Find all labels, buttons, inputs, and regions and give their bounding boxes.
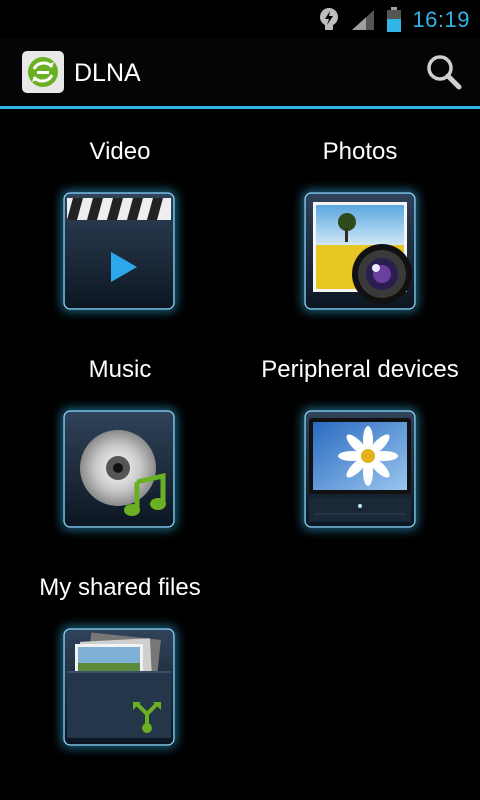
music-cd-icon[interactable] (63, 410, 175, 528)
grid-item-photos[interactable]: Photos (240, 130, 480, 320)
grid-item-label: Video (89, 138, 151, 165)
status-icons: 16:19 (318, 6, 470, 34)
grid-item-video[interactable]: Video (0, 130, 240, 320)
grid-item-music[interactable]: Music (0, 348, 240, 538)
grid-item-label: Peripheral devices (261, 356, 459, 383)
grid-item-label: Music (88, 356, 152, 383)
action-bar: DLNA (0, 38, 480, 106)
tv-display-icon[interactable] (304, 410, 416, 528)
shared-files-folder-icon[interactable] (63, 628, 175, 746)
grid-item-label: My shared files (39, 574, 201, 601)
app-title: DLNA (74, 59, 141, 87)
action-bar-divider (0, 106, 480, 109)
grid-item-my-shared-files[interactable]: My shared files (0, 566, 240, 756)
notification-bulb-icon (320, 8, 339, 30)
status-bar: 16:19 (0, 0, 480, 38)
photo-camera-icon[interactable] (304, 192, 416, 310)
grid-item-peripheral-devices[interactable]: Peripheral devices (240, 348, 480, 538)
search-icon[interactable] (424, 52, 464, 92)
dlna-sync-icon[interactable] (22, 51, 64, 93)
status-time: 16:19 (412, 7, 470, 32)
video-clapper-icon[interactable] (63, 192, 175, 310)
grid-item-label: Photos (322, 138, 398, 165)
battery-icon (387, 7, 402, 32)
signal-icon (352, 10, 375, 30)
